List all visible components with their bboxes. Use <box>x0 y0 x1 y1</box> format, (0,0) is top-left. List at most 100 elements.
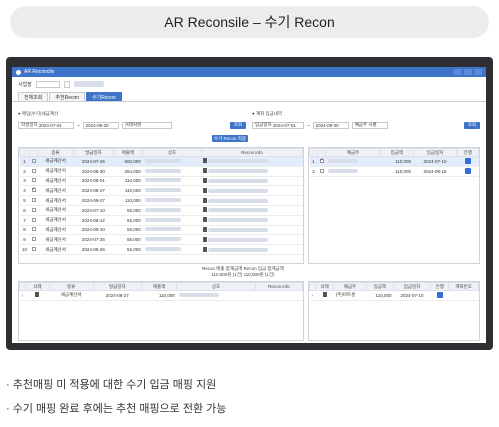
matched-deposit-header: 삭제 예금주 입금액 입금일자 은행 계좌번호 <box>309 282 479 291</box>
left-date-label: 작성일자 <box>21 122 38 127</box>
row-checkbox[interactable] <box>317 166 326 177</box>
row-company-blur <box>144 217 181 222</box>
deposit-row[interactable]: 1 110,0002024-07-10 <box>309 156 479 167</box>
row-party-blur <box>327 168 358 173</box>
invoice-row[interactable]: 9 세금계산서 2024-07-26 55,000 <box>19 234 303 246</box>
invoice-row[interactable]: 5 세금계산서 2024-09-27 110,000 <box>19 195 303 206</box>
invoice-row[interactable]: 3 세금계산서 2024-08-01 110,000 <box>19 176 303 187</box>
checkbox-icon[interactable] <box>31 207 36 212</box>
depositor-input[interactable]: 예금주 시퀀 <box>351 121 388 129</box>
row-number: 2 <box>309 166 318 177</box>
invoice-row[interactable]: 4 세금계산서2024-08-27110,000 <box>19 185 303 197</box>
matched-amount: 110,000 <box>141 290 177 301</box>
app-title: AR Reconcile <box>24 69 55 75</box>
checkbox-icon[interactable] <box>319 168 324 173</box>
checkbox-icon[interactable] <box>31 186 36 193</box>
row-recon-blur <box>208 237 269 242</box>
invoice-header-row: 종류 발급일자 매출액 상호 Recon info <box>19 148 303 157</box>
tab-all[interactable]: 전체조회 <box>18 92 49 101</box>
matched-dep-col-party: 예금주 <box>333 282 367 291</box>
tenant-name <box>73 81 104 87</box>
checkbox-icon[interactable] <box>31 247 36 252</box>
right-date-to-value: 2024-09-30 <box>315 122 339 128</box>
tab-manual[interactable]: 수기Recon <box>86 92 122 101</box>
matched-invoice-header: 삭제 종류 발급일자 매출액 상호 Recon info <box>19 282 303 291</box>
invoice-row[interactable]: 6 세금계산서 2024-07-10 55,000 <box>19 205 303 216</box>
invoice-row[interactable]: 7 세금계산서 2024-08-12 55,000 <box>19 215 303 226</box>
checkbox-icon[interactable] <box>31 178 36 183</box>
matched-deposit-row[interactable]: › (주)비트센 110,000 2024-07-10 <box>309 290 479 301</box>
matched-col-amount: 매출액 <box>140 282 178 291</box>
checkbox-icon[interactable] <box>31 217 36 222</box>
left-filter-bar: 작성일자 2024-07-01 ~ 2024-09-30 거래처명 조회 <box>18 120 246 130</box>
delete-cell[interactable] <box>25 290 50 301</box>
row-checkbox[interactable] <box>29 195 38 206</box>
invoice-col-company: 상호 <box>142 148 202 157</box>
checkbox-icon[interactable] <box>31 198 36 203</box>
left-date-from[interactable]: 작성일자 2024-07-01 <box>18 121 74 129</box>
row-company <box>142 234 202 246</box>
row-amount: 55,000 <box>113 225 143 236</box>
left-search-button[interactable]: 조회 <box>230 121 246 129</box>
row-company-blur <box>144 198 181 203</box>
invoice-row[interactable]: 10 세금계산서 2024-08-26 55,000 <box>19 244 303 255</box>
row-checkbox[interactable] <box>29 166 38 177</box>
tenant-row: 사업장 <box>12 77 486 91</box>
invoice-row[interactable]: 1 세금계산서 2024-07-26 660,000 <box>19 156 303 167</box>
tenant-code-input[interactable] <box>35 80 60 88</box>
row-recon-blur <box>208 188 269 193</box>
checkbox-icon[interactable] <box>319 157 324 163</box>
matched-col-type: 종류 <box>48 282 94 291</box>
recon-doc-icon <box>203 187 208 193</box>
party-search-input[interactable]: 거래처명 <box>121 121 172 129</box>
row-date: 2024-09-10 <box>73 225 114 236</box>
row-checkbox[interactable] <box>29 176 38 187</box>
deposit-row[interactable]: 2 110,000 2024-08-16 <box>309 166 479 177</box>
apply-manual-recon-button[interactable]: 수기 Recon 적용 <box>212 135 248 142</box>
right-date-from[interactable]: 입금일자 2024-07-01 <box>252 121 304 129</box>
row-checkbox[interactable] <box>29 244 38 255</box>
row-checkbox[interactable] <box>29 205 38 216</box>
deposit-header-row: 예금주 입금액 입금일자 은행 <box>309 148 479 157</box>
checkbox-icon[interactable] <box>31 237 36 242</box>
row-recon-blur <box>208 218 269 223</box>
row-checkbox[interactable] <box>29 185 38 197</box>
tab-recommend[interactable]: 추천Recon <box>49 92 86 101</box>
row-checkbox[interactable] <box>29 156 38 167</box>
bank-icon <box>436 291 443 298</box>
row-type: 세금계산서 <box>37 195 74 206</box>
right-date-to[interactable]: 2024-09-30 <box>312 121 349 129</box>
checkbox-icon[interactable] <box>31 227 36 232</box>
row-party <box>325 166 381 177</box>
row-bank <box>456 156 479 167</box>
matched-invoice-row[interactable]: › 세금계산서 2024-08-27 110,000 <box>19 290 303 301</box>
delete-icon-2[interactable] <box>322 292 327 298</box>
row-recon-info <box>201 215 303 226</box>
row-checkbox[interactable] <box>29 234 38 246</box>
right-filter-bar: 입금일자 2024-07-01 ~ 2024-09-30 예금주 시퀀 조회 <box>252 120 480 130</box>
minimize-button[interactable] <box>454 69 462 75</box>
deposit-table-body: 1 110,0002024-07-10 2 110,0002024-08-16 <box>309 156 479 177</box>
invoice-row[interactable]: 2 세금계산서 2024-08-30 264,000 <box>19 166 303 177</box>
row-company <box>142 225 202 236</box>
matched-invoice-grid: 삭제 종류 발급일자 매출액 상호 Recon info › 세금계산서 202… <box>18 281 304 341</box>
left-date-to[interactable]: 2024-09-30 <box>82 121 119 129</box>
right-search-button[interactable]: 조회 <box>464 121 480 129</box>
row-checkbox[interactable] <box>317 156 326 167</box>
feature-bullets: · 추천매핑 미 적용에 대한 수기 입금 매핑 지원 · 수기 매핑 완료 후… <box>6 373 226 421</box>
checkbox-icon[interactable] <box>31 168 36 173</box>
row-checkbox[interactable] <box>29 215 38 226</box>
recon-doc-icon <box>203 236 208 242</box>
row-recon-blur <box>208 227 269 232</box>
maximize-button[interactable] <box>464 69 472 75</box>
invoice-row[interactable]: 8 세금계산서 2024-09-10 55,000 <box>19 225 303 236</box>
delete-cell-2[interactable] <box>315 290 334 301</box>
matched-deposit-table: 삭제 예금주 입금액 입금일자 은행 계좌번호 › (주)비트센 110,000… <box>309 282 479 301</box>
tenant-lookup-button[interactable] <box>63 80 70 88</box>
party-search-placeholder: 거래처명 <box>124 122 142 127</box>
close-button[interactable] <box>474 69 482 75</box>
checkbox-icon[interactable] <box>31 158 36 163</box>
recon-doc-icon <box>203 207 208 213</box>
row-checkbox[interactable] <box>29 225 38 236</box>
delete-icon[interactable] <box>35 292 40 298</box>
